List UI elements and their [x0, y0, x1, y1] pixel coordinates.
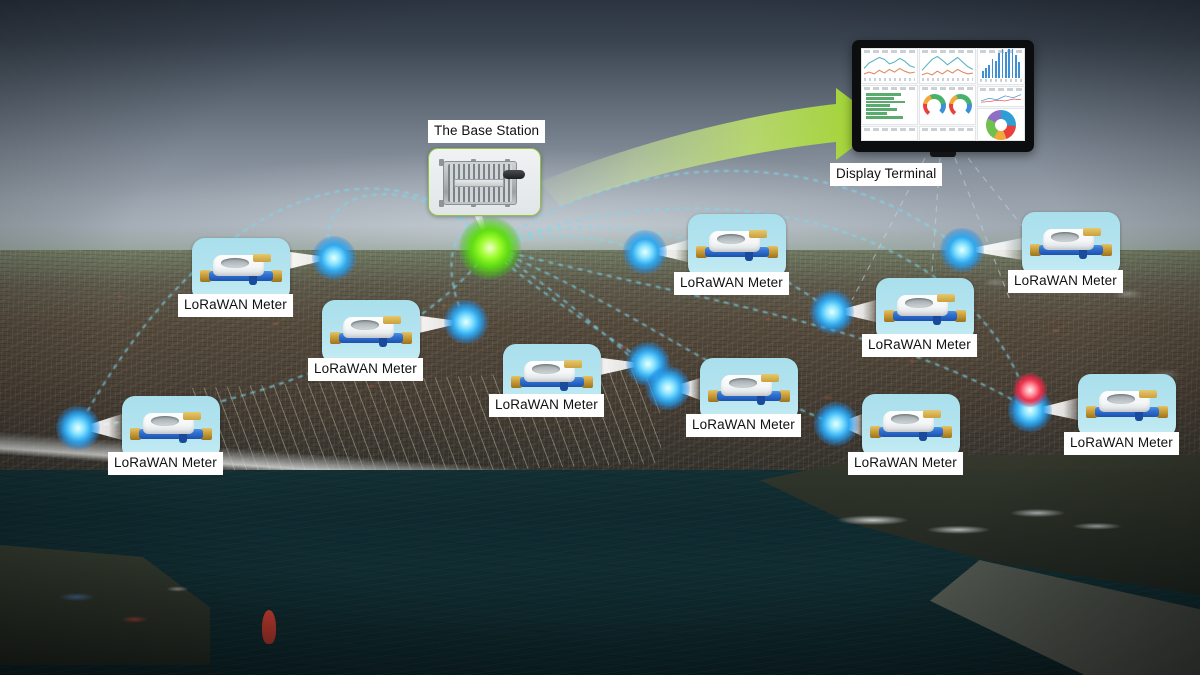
water-meter-icon	[1078, 374, 1176, 438]
meter-callout-5[interactable]	[688, 214, 786, 278]
gauge-pair-tile	[918, 84, 976, 126]
meter-callout-1[interactable]	[192, 238, 290, 302]
water-meter-icon	[862, 394, 960, 458]
meter-node-glow-3	[56, 406, 100, 450]
display-terminal-label: Display Terminal	[830, 163, 943, 186]
donut-chart-icon	[985, 110, 1016, 141]
meter-callout-3[interactable]	[122, 396, 220, 460]
meter-node-glow-8	[814, 402, 858, 446]
meter-label-9: LoRaWAN Meter	[1008, 270, 1123, 293]
antenna-icon	[503, 170, 525, 179]
meter-label-8: LoRaWAN Meter	[848, 452, 963, 475]
status-bar-tile	[861, 126, 918, 141]
horizontal-bar-tile	[861, 84, 918, 126]
network-diagram-scene: The Base Station Display Terminal LoRaWA…	[0, 0, 1200, 675]
dashboard-screen	[861, 48, 1025, 142]
alert-node-glow	[1013, 373, 1047, 407]
meter-label-4: LoRaWAN Meter	[489, 394, 604, 417]
meter-callout-10[interactable]	[1078, 374, 1176, 438]
water-meter-icon	[688, 214, 786, 278]
terminal-stand	[930, 152, 956, 157]
water-meter-icon	[1022, 212, 1120, 276]
meter-label-5: LoRaWAN Meter	[674, 272, 789, 295]
water-meter-icon	[122, 396, 220, 460]
meter-node-glow-2	[444, 300, 488, 344]
water-meter-icon	[322, 300, 420, 364]
donut-chart-tile	[976, 108, 1025, 142]
base-station-hub-glow	[459, 217, 521, 279]
meter-callout-8[interactable]	[862, 394, 960, 458]
meter-label-2: LoRaWAN Meter	[308, 358, 423, 381]
column-chart-tile	[976, 48, 1025, 85]
status-bar-tile	[918, 126, 976, 141]
meter-node-glow-6	[646, 366, 690, 410]
meter-label-1: LoRaWAN Meter	[178, 294, 293, 317]
meter-node-glow-5	[623, 230, 667, 274]
meter-label-3: LoRaWAN Meter	[108, 452, 223, 475]
meter-callout-7[interactable]	[876, 278, 974, 342]
water-meter-icon	[192, 238, 290, 302]
meter-label-7: LoRaWAN Meter	[862, 334, 977, 357]
meter-label-10: LoRaWAN Meter	[1064, 432, 1179, 455]
gauge-icon	[948, 94, 972, 118]
line-chart-tile	[861, 48, 918, 84]
display-terminal-icon[interactable]	[852, 40, 1034, 157]
meter-callout-2[interactable]	[322, 300, 420, 364]
meter-callout-6[interactable]	[700, 358, 798, 422]
meter-label-6: LoRaWAN Meter	[686, 414, 801, 437]
mini-report-tile	[976, 85, 1025, 108]
meter-callout-9[interactable]	[1022, 212, 1120, 276]
meter-node-glow-1	[312, 236, 356, 280]
base-station-callout[interactable]	[428, 148, 541, 216]
base-station-label: The Base Station	[428, 120, 546, 143]
data-flow-arrow	[540, 88, 884, 206]
meter-node-glow-7	[810, 290, 854, 334]
base-station-icon	[428, 148, 541, 216]
meter-node-glow-9	[940, 228, 984, 272]
line-chart-tile	[918, 48, 976, 84]
water-meter-icon	[876, 278, 974, 342]
water-meter-icon	[700, 358, 798, 422]
gauge-icon	[922, 94, 946, 118]
